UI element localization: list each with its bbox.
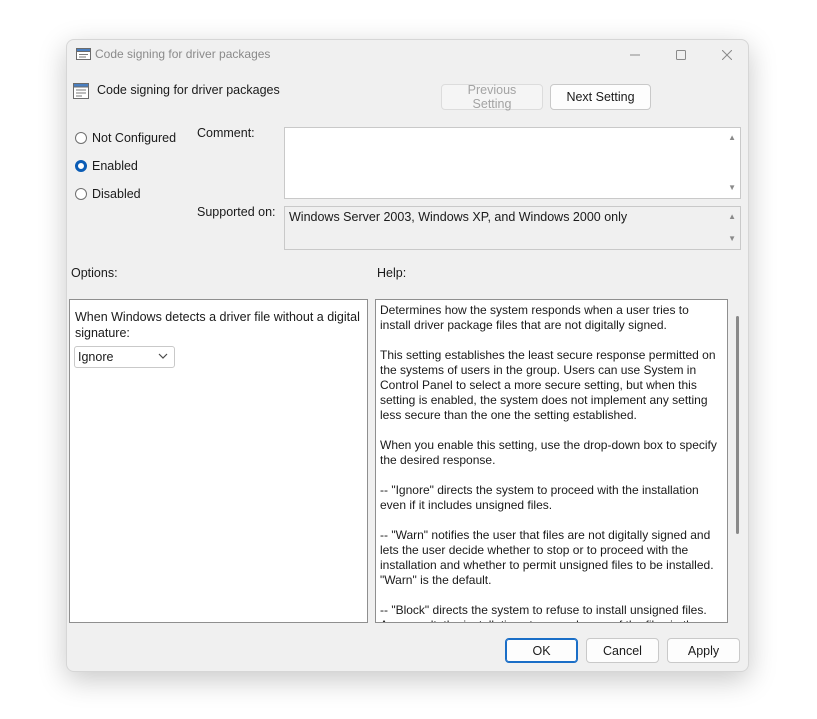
help-paragraph: -- "Ignore" directs the system to procee… [380,483,699,512]
maximize-button[interactable] [658,40,704,70]
ok-button[interactable]: OK [505,638,578,663]
help-panel: Determines how the system responds when … [375,299,728,623]
help-label: Help: [377,266,407,280]
radio-enabled[interactable]: Enabled [75,159,138,173]
options-label: Options: [71,266,118,280]
minimize-icon [630,54,640,56]
radio-label: Disabled [92,187,141,201]
options-description: When Windows detects a driver file witho… [75,310,360,340]
policy-document-icon [73,83,89,99]
previous-setting-button[interactable]: Previous Setting [441,83,543,111]
policy-dialog: Code signing for driver packages Code si… [66,39,749,672]
comment-input[interactable]: ▲ ▼ [284,127,741,199]
help-paragraph: This setting establishes the least secur… [380,348,716,422]
comment-label: Comment: [197,126,255,140]
close-button[interactable] [704,40,748,70]
maximize-icon [676,50,686,60]
radio-button[interactable] [75,132,87,144]
supported-on-value: Windows Server 2003, Windows XP, and Win… [289,210,628,224]
help-paragraph: Determines how the system responds when … [380,303,689,332]
radio-button-selected[interactable] [75,160,87,172]
select-value: Ignore [78,350,114,364]
scroll-up-icon[interactable]: ▲ [728,134,736,142]
supported-on-label: Supported on: [197,205,276,219]
help-text: Determines how the system responds when … [380,303,718,622]
minimize-button[interactable] [612,40,658,70]
scroll-up-icon[interactable]: ▲ [728,213,736,221]
apply-button[interactable]: Apply [667,638,740,663]
driver-response-select[interactable]: Ignore [74,346,175,368]
radio-disabled[interactable]: Disabled [75,187,141,201]
options-panel: When Windows detects a driver file witho… [69,299,368,623]
radio-label: Not Configured [92,131,177,145]
radio-button[interactable] [75,188,87,200]
help-paragraph: When you enable this setting, use the dr… [380,438,717,467]
radio-not-configured[interactable]: Not Configured [75,131,176,145]
help-scrollbar[interactable] [736,316,739,534]
window-title: Code signing for driver packages [95,47,271,61]
next-setting-button[interactable]: Next Setting [550,84,651,110]
help-paragraph: -- "Warn" notifies the user that files a… [380,528,714,587]
cancel-button[interactable]: Cancel [586,638,659,663]
title-bar[interactable]: Code signing for driver packages [67,40,748,70]
scroll-down-icon[interactable]: ▼ [728,235,736,243]
policy-setting-icon [76,48,91,60]
setting-title: Code signing for driver packages [97,83,280,97]
scroll-down-icon[interactable]: ▼ [728,184,736,192]
close-icon [722,50,732,60]
radio-label: Enabled [92,159,138,173]
supported-on-field: Windows Server 2003, Windows XP, and Win… [284,206,741,250]
chevron-down-icon [158,353,168,359]
help-paragraph: -- "Block" directs the system to refuse … [380,603,707,622]
